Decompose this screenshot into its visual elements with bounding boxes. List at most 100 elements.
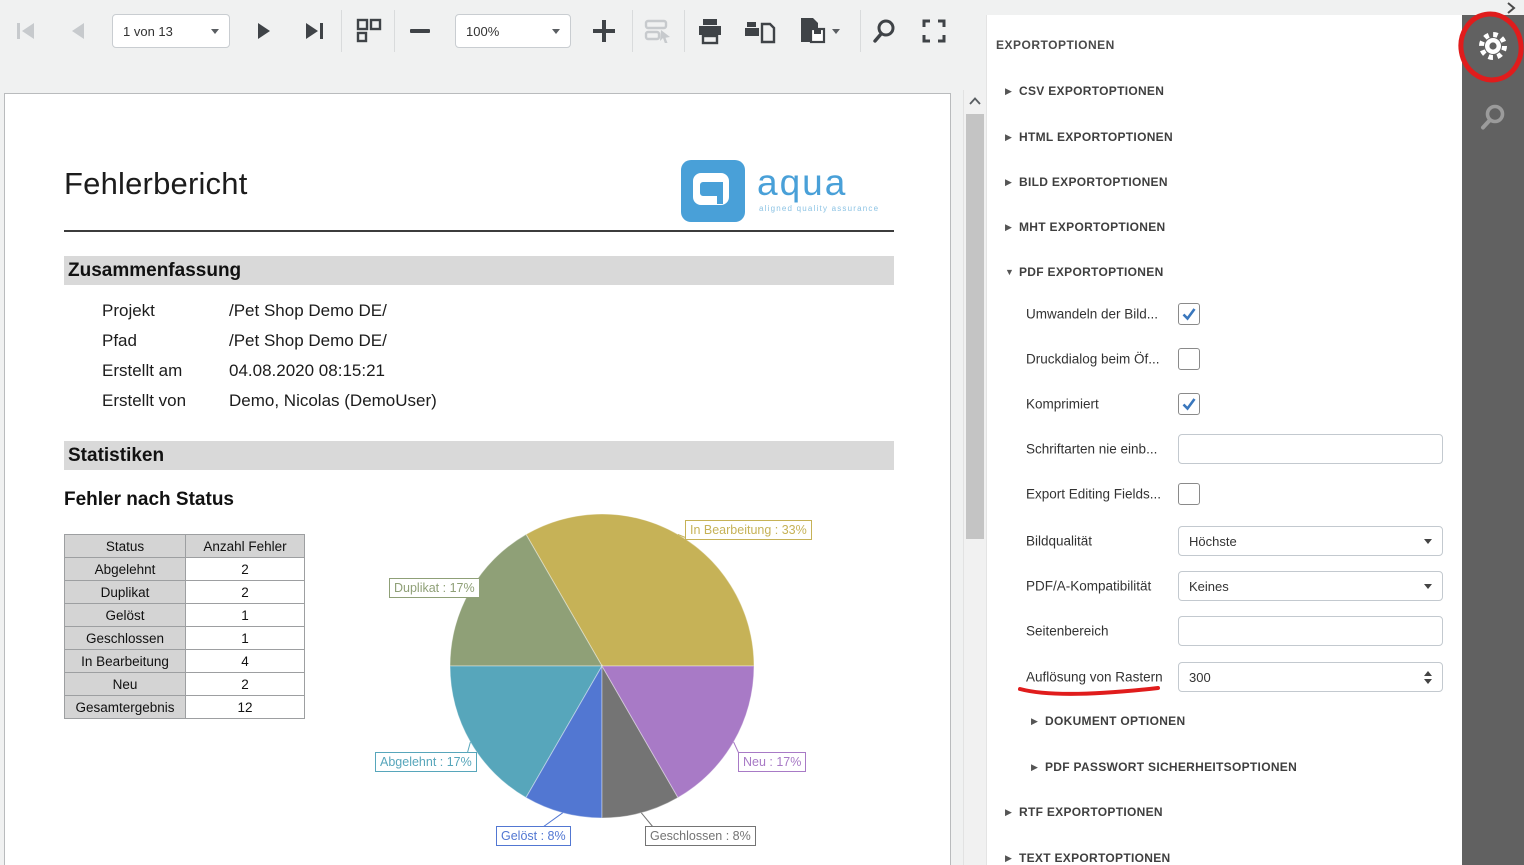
chevron-down-icon: ▼: [1005, 267, 1019, 277]
chart-heading: Fehler nach Status: [64, 489, 234, 511]
toolbar-separator: [394, 10, 395, 52]
select-value: Höchste: [1189, 534, 1237, 549]
table-row: Gesamtergebnis12: [65, 696, 305, 719]
option-label: Auflösung von Rastern: [1026, 670, 1163, 685]
option-label: Export Editing Fields...: [1026, 487, 1161, 502]
chevron-right-icon: ▶: [1005, 807, 1019, 818]
last-page-button[interactable]: [296, 13, 332, 49]
status-cell: In Bearbeitung: [65, 650, 186, 673]
aqua-logo: aqua aligned quality assurance: [681, 160, 881, 224]
aufloesung-spinner[interactable]: 300: [1178, 662, 1443, 692]
checkbox-umwandeln[interactable]: [1178, 303, 1200, 325]
column-header: Anzahl Fehler: [186, 535, 305, 558]
status-cell: Gelöst: [65, 604, 186, 627]
field-label: Projekt: [102, 301, 155, 321]
count-cell: 2: [186, 581, 305, 604]
option-label: PDF/A-Kompatibilität: [1026, 579, 1151, 594]
first-page-icon: [13, 18, 39, 44]
search-tab[interactable]: [1462, 89, 1524, 145]
chevron-right-icon: ▶: [1005, 132, 1019, 143]
page-number-value: 1 von 13: [123, 24, 173, 39]
section-text-exportoptions[interactable]: ▶TEXT EXPORTOPTIONEN: [1005, 849, 1171, 865]
gear-icon: [1477, 30, 1509, 62]
field-value: 04.08.2020 08:15:21: [229, 361, 385, 381]
section-bar-summary: Zusammenfassung: [64, 256, 894, 285]
highlight-editing-fields-button[interactable]: [640, 13, 676, 49]
table-row: Gelöst1: [65, 604, 305, 627]
toolbar-separator: [341, 10, 342, 52]
chevron-down-icon: [832, 29, 840, 34]
spinner-buttons[interactable]: [1424, 671, 1432, 684]
previous-page-icon: [65, 18, 91, 44]
first-page-button[interactable]: [8, 13, 44, 49]
fullscreen-button[interactable]: [916, 13, 952, 49]
option-row: Seitenbereich: [987, 616, 1463, 646]
option-label: Komprimiert: [1026, 397, 1099, 412]
scrollbar-thumb[interactable]: [966, 114, 984, 539]
section-pdf-exportoptions[interactable]: ▼PDF EXPORTOPTIONEN: [1005, 263, 1164, 281]
pie-label-abgelehnt: Abgelehnt : 17%: [375, 752, 477, 772]
export-document-button[interactable]: [792, 13, 844, 49]
search-button[interactable]: [866, 13, 902, 49]
panel-collapse-chevron[interactable]: [1503, 1, 1519, 15]
zoom-in-button[interactable]: [586, 13, 622, 49]
pie-label-gelöst: Gelöst : 8%: [496, 826, 571, 846]
checkbox-druckdialog[interactable]: [1178, 348, 1200, 370]
scroll-up-button[interactable]: [964, 90, 986, 112]
zoom-level-combobox[interactable]: 100%: [455, 14, 571, 48]
next-page-icon: [251, 18, 277, 44]
section-pdf-passwort-sicherheitsoptionen[interactable]: ▶PDF PASSWORT SICHERHEITSOPTIONEN: [1031, 758, 1297, 776]
spinner-up-icon[interactable]: [1424, 671, 1432, 676]
section-csv-exportoptions[interactable]: ▶CSV EXPORTOPTIONEN: [1005, 82, 1164, 100]
previous-page-button[interactable]: [60, 13, 96, 49]
option-row: Schriftarten nie einb...: [987, 434, 1463, 464]
export-settings-tab[interactable]: [1462, 18, 1524, 74]
field-value: /Pet Shop Demo DE/: [229, 331, 387, 351]
select-value: Keines: [1189, 579, 1229, 594]
multipage-view-button[interactable]: [350, 13, 386, 49]
chevron-right-icon: ▶: [1005, 86, 1019, 97]
option-label: Umwandeln der Bild...: [1026, 307, 1158, 322]
next-page-button[interactable]: [246, 13, 282, 49]
count-cell: 1: [186, 627, 305, 650]
chevron-right-icon: ▶: [1005, 177, 1019, 188]
section-bild-exportoptions[interactable]: ▶BILD EXPORTOPTIONEN: [1005, 173, 1168, 191]
print-button[interactable]: [692, 13, 728, 49]
preview-vertical-scrollbar[interactable]: [963, 90, 986, 865]
bildqualitaet-select[interactable]: Höchste: [1178, 526, 1443, 556]
option-row: PDF/A-Kompatibilität Keines: [987, 571, 1463, 601]
option-label: Seitenbereich: [1026, 624, 1109, 639]
print-page-button[interactable]: [742, 13, 778, 49]
checkbox-komprimiert[interactable]: [1178, 393, 1200, 415]
pdfa-kompatibilitaet-select[interactable]: Keines: [1178, 571, 1443, 601]
section-rtf-exportoptions[interactable]: ▶RTF EXPORTOPTIONEN: [1005, 803, 1163, 821]
section-mht-exportoptions[interactable]: ▶MHT EXPORTOPTIONEN: [1005, 218, 1166, 236]
checkbox-export-editing-fields[interactable]: [1178, 483, 1200, 505]
report-title: Fehlerbericht: [64, 166, 248, 202]
chevron-up-icon: [969, 97, 981, 105]
panel-title: EXPORTOPTIONEN: [996, 38, 1115, 52]
spinner-down-icon[interactable]: [1424, 679, 1432, 684]
pie-label-neu: Neu : 17%: [738, 752, 806, 772]
option-label: Bildqualität: [1026, 534, 1092, 549]
aqua-logo-tagline: aligned quality assurance: [759, 204, 879, 213]
chevron-down-icon: [1424, 539, 1432, 544]
count-cell: 12: [186, 696, 305, 719]
seitenbereich-input[interactable]: [1178, 616, 1443, 646]
option-row: Bildqualität Höchste: [987, 526, 1463, 556]
table-row: In Bearbeitung4: [65, 650, 305, 673]
fullscreen-icon: [920, 17, 948, 45]
field-value: Demo, Nicolas (DemoUser): [229, 391, 437, 411]
option-row: Umwandeln der Bild...: [987, 299, 1463, 329]
export-save-icon: [797, 16, 829, 46]
page-number-combobox[interactable]: 1 von 13: [112, 14, 230, 48]
zoom-out-button[interactable]: [402, 13, 438, 49]
schriftarten-input[interactable]: [1178, 434, 1443, 464]
table-header-row: Status Anzahl Fehler: [65, 535, 305, 558]
title-divider: [64, 230, 894, 232]
section-dokument-optionen[interactable]: ▶DOKUMENT OPTIONEN: [1031, 712, 1185, 730]
section-html-exportoptions[interactable]: ▶HTML EXPORTOPTIONEN: [1005, 128, 1173, 146]
pie-svg: [371, 506, 811, 858]
option-row: Komprimiert: [987, 389, 1463, 419]
option-label: Druckdialog beim Öf...: [1026, 352, 1160, 367]
